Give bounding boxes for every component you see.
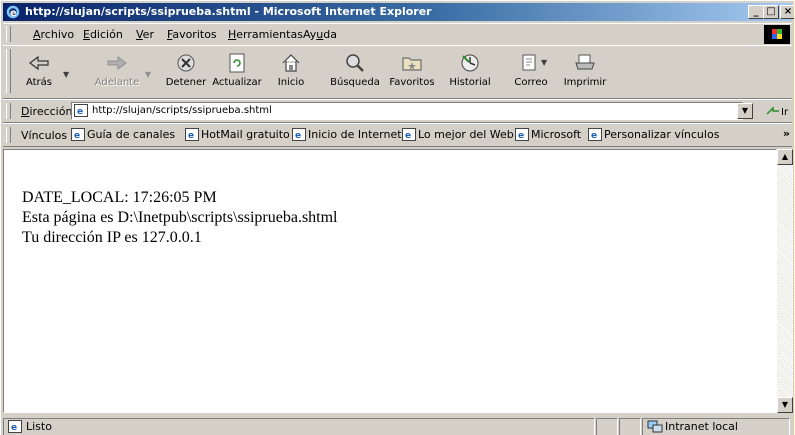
maximize-button[interactable]: □ bbox=[763, 5, 779, 19]
scroll-up-button[interactable]: ▲ bbox=[777, 149, 793, 165]
svg-text:e: e bbox=[295, 131, 301, 141]
svg-text:Ir: Ir bbox=[781, 107, 789, 118]
history-button[interactable]: Historial bbox=[445, 49, 495, 88]
svg-text:e: e bbox=[10, 8, 17, 19]
zone-text: Intranet local bbox=[665, 420, 738, 433]
stop-button[interactable]: Detener bbox=[161, 49, 211, 88]
links-label: Vínculos bbox=[21, 129, 68, 142]
menu-ayuda[interactable]: Ayuda bbox=[303, 28, 337, 41]
go-button[interactable]: Ir bbox=[765, 104, 789, 121]
home-button[interactable]: Inicio bbox=[271, 49, 311, 88]
ie-page-icon: e bbox=[588, 128, 602, 141]
link-mejor-web[interactable]: e Lo mejor del Web bbox=[402, 128, 514, 141]
stop-icon bbox=[177, 54, 195, 72]
ie-page-icon: e bbox=[185, 128, 199, 141]
mail-button[interactable]: Correo bbox=[511, 49, 551, 88]
svg-text:e: e bbox=[77, 107, 83, 117]
go-arrow-icon: Ir bbox=[766, 106, 789, 118]
link-microsoft[interactable]: e Microsoft bbox=[515, 128, 581, 141]
svg-text:e: e bbox=[591, 131, 597, 141]
svg-text:e: e bbox=[405, 131, 411, 141]
chevron-down-icon[interactable]: ▼ bbox=[145, 70, 151, 79]
ie-logo-icon: e bbox=[6, 5, 20, 19]
link-hotmail[interactable]: e HotMail gratuito bbox=[185, 128, 290, 141]
page-path-line: Esta página es D:\Inetpub\scripts\ssipru… bbox=[22, 209, 338, 226]
address-input[interactable]: e http://slujan/scripts/ssiprueba.shtml bbox=[71, 102, 743, 120]
refresh-icon bbox=[229, 53, 245, 73]
title-bar[interactable]: e http://slujan/scripts/ssiprueba.shtml … bbox=[3, 3, 794, 21]
history-icon bbox=[461, 54, 479, 72]
ie-page-icon: e bbox=[71, 128, 85, 141]
printer-icon bbox=[575, 54, 595, 70]
menu-favoritos[interactable]: Favoritos bbox=[167, 28, 217, 41]
address-label: Dirección bbox=[21, 105, 73, 118]
address-bar: Dirección e http://slujan/scripts/ssipru… bbox=[3, 99, 792, 123]
mail-icon bbox=[522, 54, 536, 71]
ip-address-line: Tu dirección IP es 127.0.0.1 bbox=[22, 229, 202, 246]
refresh-button[interactable]: Actualizar bbox=[209, 49, 265, 88]
forward-button[interactable]: Adelante bbox=[91, 49, 143, 88]
search-button[interactable]: Búsqueda bbox=[329, 49, 381, 88]
status-panel bbox=[596, 418, 618, 435]
menu-edicion[interactable]: Edición bbox=[83, 28, 123, 41]
ie-page-icon: e bbox=[74, 104, 88, 117]
browser-window: e http://slujan/scripts/ssiprueba.shtml … bbox=[0, 0, 794, 435]
date-local-line: DATE_LOCAL: 17:26:05 PM bbox=[22, 189, 217, 206]
link-personalizar[interactable]: e Personalizar vínculos bbox=[588, 128, 719, 141]
menu-herramientas[interactable]: Herramientas bbox=[228, 28, 303, 41]
toolbar-grip[interactable] bbox=[6, 103, 11, 119]
standard-toolbar: Atrás ▼ Adelante ▼ Detener Actualizar In… bbox=[3, 45, 792, 99]
favorites-folder-icon bbox=[402, 57, 422, 71]
close-button[interactable]: × bbox=[780, 5, 794, 19]
vertical-scrollbar[interactable]: ▲ ▼ bbox=[777, 149, 793, 413]
ie-page-icon: e bbox=[8, 420, 22, 433]
svg-text:e: e bbox=[188, 131, 194, 141]
intranet-zone-icon bbox=[647, 420, 663, 433]
link-guia-canales[interactable]: e Guía de canales bbox=[71, 128, 175, 141]
status-bar: e Listo Intranet local bbox=[3, 415, 792, 435]
favorites-button[interactable]: Favoritos bbox=[387, 49, 437, 88]
address-url: http://slujan/scripts/ssiprueba.shtml bbox=[92, 105, 272, 116]
print-button[interactable]: Imprimir bbox=[563, 49, 607, 88]
chevron-down-icon[interactable]: ▼ bbox=[63, 70, 69, 79]
toolbar-grip[interactable] bbox=[6, 26, 11, 42]
back-arrow-icon bbox=[29, 55, 49, 71]
windows-logo-icon bbox=[764, 25, 790, 44]
zone-panel[interactable]: Intranet local bbox=[642, 418, 790, 435]
toolbar-grip[interactable] bbox=[6, 49, 11, 93]
forward-arrow-icon bbox=[107, 56, 127, 70]
chevron-down-icon[interactable]: ▼ bbox=[541, 58, 547, 67]
svg-text:e: e bbox=[11, 423, 17, 433]
home-icon bbox=[282, 54, 300, 72]
ie-page-icon: e bbox=[292, 128, 306, 141]
minimize-button[interactable]: _ bbox=[748, 5, 764, 19]
link-inicio-internet[interactable]: e Inicio de Internet bbox=[292, 128, 402, 141]
back-button[interactable]: Atrás bbox=[17, 49, 61, 88]
ie-page-icon: e bbox=[515, 128, 529, 141]
address-dropdown-button[interactable]: ▼ bbox=[737, 103, 753, 119]
links-bar: Vínculos e Guía de canales e HotMail gratu… bbox=[3, 123, 792, 147]
scroll-down-button[interactable]: ▼ bbox=[777, 397, 793, 413]
menu-bar: Archivo Edición Ver Favoritos Herramient… bbox=[3, 23, 792, 46]
window-title: http://slujan/scripts/ssiprueba.shtml - … bbox=[25, 5, 432, 18]
ie-page-icon: e bbox=[402, 128, 416, 141]
svg-text:e: e bbox=[518, 131, 524, 141]
status-text: Listo bbox=[26, 420, 52, 433]
status-panel bbox=[619, 418, 641, 435]
more-links-button[interactable]: » bbox=[783, 127, 790, 140]
menu-ver[interactable]: Ver bbox=[136, 28, 154, 41]
status-panel-main: e Listo bbox=[3, 418, 595, 435]
svg-text:e: e bbox=[74, 131, 80, 141]
search-icon bbox=[346, 54, 364, 72]
toolbar-grip[interactable] bbox=[6, 127, 11, 143]
menu-archivo[interactable]: Archivo bbox=[33, 28, 74, 41]
page-content[interactable]: DATE_LOCAL: 17:26:05 PM Esta página es D… bbox=[3, 149, 777, 413]
